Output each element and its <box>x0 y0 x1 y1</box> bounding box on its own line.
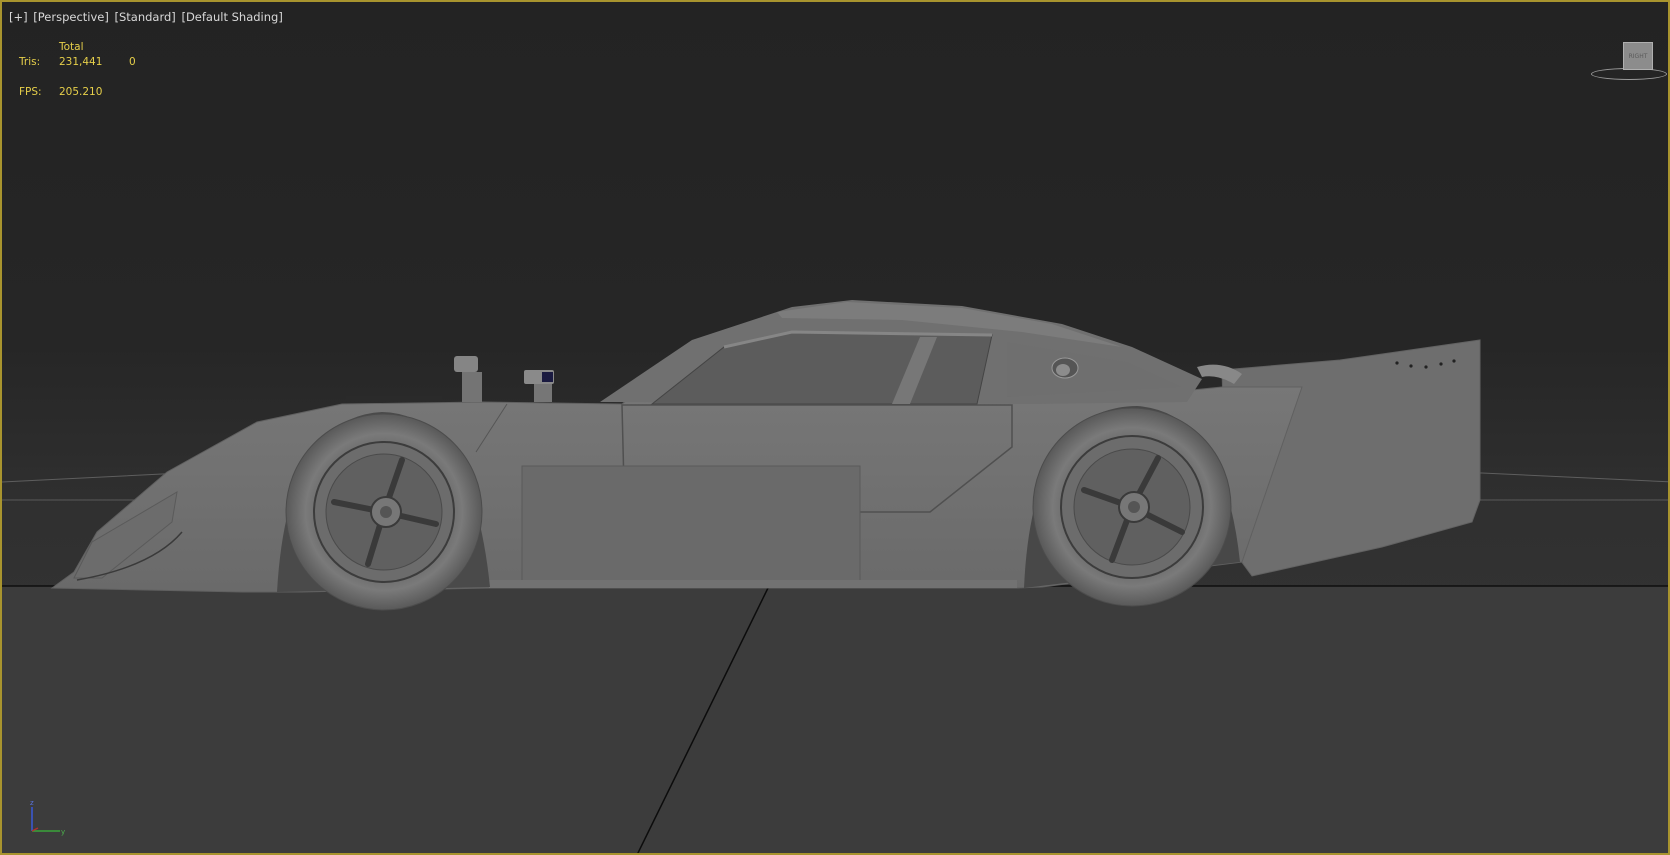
viewport-view-menu[interactable]: [Perspective] <box>33 10 109 24</box>
stats-total-header: Total <box>59 41 84 53</box>
axis-tripod-icon: z y <box>30 799 65 836</box>
y-axis-label: y <box>61 828 65 836</box>
viewport-shading-menu[interactable]: [Default Shading] <box>181 10 282 24</box>
z-axis-label: z <box>30 799 34 807</box>
viewcube[interactable]: RIGHT <box>1588 38 1668 80</box>
rear-mirror-duct <box>1197 364 1242 384</box>
viewport-preset-menu[interactable]: [Standard] <box>115 10 176 24</box>
fuel-cap-inner <box>1056 364 1070 376</box>
side-skirt <box>489 580 1017 588</box>
mirror-left <box>454 356 482 402</box>
car-model-scene[interactable] <box>2 2 1670 855</box>
stats-tris-label: Tris: <box>19 56 41 68</box>
stats-fps-label: FPS: <box>19 86 42 98</box>
viewport-label-menu: [+] [Perspective] [Standard] [Default Sh… <box>9 10 285 24</box>
side-intake-panel <box>521 465 861 585</box>
ground-plane <box>2 586 1668 853</box>
stats-tris-total: 231,441 <box>59 56 103 68</box>
rear-wheel <box>1032 407 1232 607</box>
stats-fps-value: 205.210 <box>59 86 103 98</box>
hood-vents <box>346 396 442 401</box>
mirror-right <box>524 370 554 402</box>
perspective-viewport[interactable]: [+] [Perspective] [Standard] [Default Sh… <box>0 0 1670 855</box>
viewcube-face-right[interactable]: RIGHT <box>1623 42 1653 70</box>
stats-tris-selected: 0 <box>129 56 136 68</box>
viewport-plus-menu[interactable]: [+] <box>9 10 28 24</box>
front-wheel <box>285 413 483 611</box>
